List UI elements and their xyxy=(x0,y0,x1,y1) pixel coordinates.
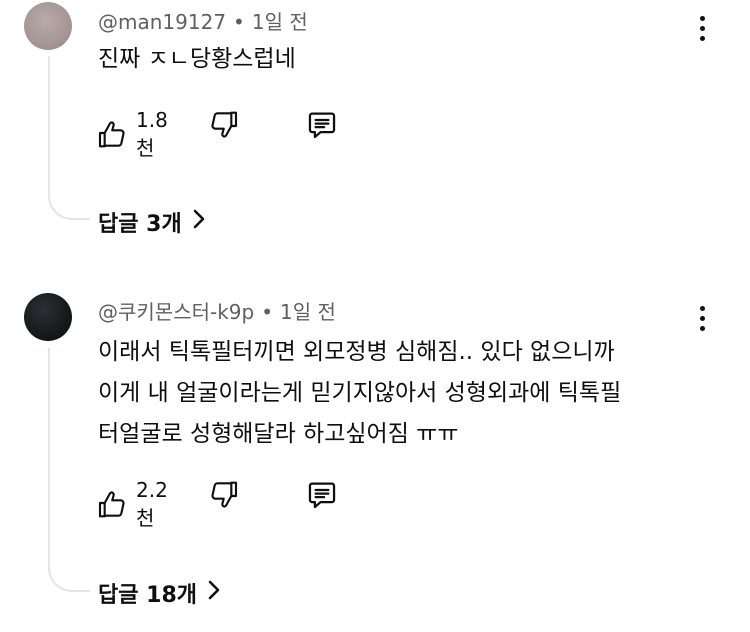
like-button[interactable]: 1.8천 xyxy=(96,108,168,161)
comment-icon xyxy=(304,108,340,142)
replies-toggle[interactable]: 답글 3개 xyxy=(98,206,206,238)
replies-toggle[interactable]: 답글 18개 xyxy=(98,577,221,609)
more-dot xyxy=(699,325,705,331)
thumbs-down-icon xyxy=(208,108,240,140)
replies-count: 답글 3개 xyxy=(98,212,182,237)
thread-line xyxy=(48,56,90,220)
dislike-button[interactable] xyxy=(208,478,240,510)
more-dot xyxy=(699,315,705,321)
thumbs-up-icon xyxy=(96,119,128,151)
reply-button[interactable] xyxy=(304,478,340,512)
more-vertical-icon xyxy=(699,305,705,311)
comment-author[interactable]: @쿠키몬스터-k9p xyxy=(98,300,254,324)
avatar[interactable] xyxy=(24,2,72,50)
comment-meta: @쿠키몬스터-k9p • 1일 전 xyxy=(98,296,336,325)
comment-author[interactable]: @man19127 xyxy=(98,10,226,34)
comment-text: 이래서 틱톡필터끼면 외모정병 심해짐.. 있다 없으니까 이게 내 얼굴이라는… xyxy=(98,332,698,455)
meta-separator: • xyxy=(233,10,245,34)
replies-count: 답글 18개 xyxy=(98,583,197,608)
like-count: 2.2천 xyxy=(136,478,168,530)
chevron-right-icon xyxy=(197,580,221,606)
dislike-button[interactable] xyxy=(208,108,240,140)
more-vertical-icon xyxy=(699,15,705,21)
like-count: 1.8천 xyxy=(136,108,168,160)
meta-separator: • xyxy=(261,300,274,324)
comment-time: 1일 전 xyxy=(251,10,308,34)
comment-text-line: 이게 내 얼굴이라는게 믿기지않아서 성형외과에 틱톡필 xyxy=(98,380,622,406)
comment-time: 1일 전 xyxy=(280,300,336,324)
comment-text-line: 이래서 틱톡필터끼면 외모정병 심해짐.. 있다 없으니까 xyxy=(98,339,615,365)
more-dot xyxy=(699,25,705,31)
thumbs-down-icon xyxy=(208,478,240,510)
comment-text: 진짜 ㅈㄴ당황스럽네 xyxy=(98,46,296,72)
avatar[interactable] xyxy=(24,293,72,341)
more-options-button[interactable] xyxy=(690,302,714,334)
comment-icon xyxy=(304,478,340,512)
comment-meta: @man19127 • 1일 전 xyxy=(98,6,308,35)
comment-text-line: 터얼굴로 성형해달라 하고싶어짐 ㅠㅠ xyxy=(98,421,459,447)
more-dot xyxy=(699,35,705,41)
chevron-right-icon xyxy=(182,209,206,235)
like-button[interactable]: 2.2천 xyxy=(96,478,168,531)
thumbs-up-icon xyxy=(96,489,128,521)
thread-line xyxy=(48,348,90,592)
reply-button[interactable] xyxy=(304,108,340,142)
